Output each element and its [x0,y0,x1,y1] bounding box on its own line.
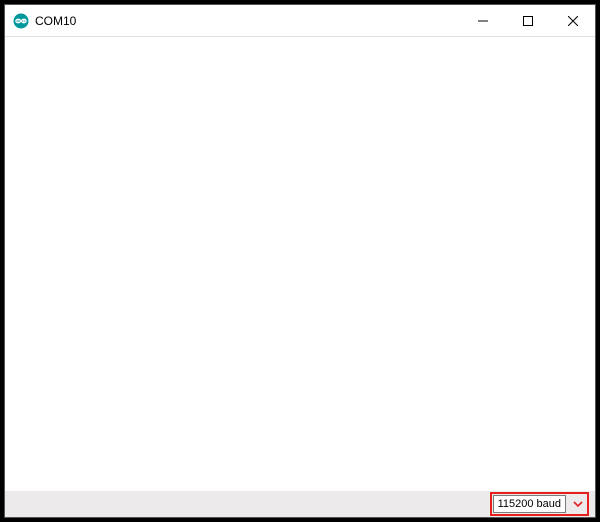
serial-output-area[interactable] [5,37,595,491]
close-button[interactable] [550,5,595,36]
baud-highlight: 115200 baud [490,492,589,516]
baud-rate-selected: 115200 baud [498,499,561,510]
chevron-down-icon[interactable] [570,495,586,513]
baud-rate-select[interactable]: 115200 baud [493,495,566,513]
arduino-icon [13,13,29,29]
statusbar: 115200 baud [5,491,595,517]
maximize-button[interactable] [505,5,550,36]
window-controls [460,5,595,36]
serial-monitor-window: COM10 115200 baud [4,4,596,518]
minimize-button[interactable] [460,5,505,36]
titlebar-left: COM10 [5,13,460,29]
window-title: COM10 [35,14,76,28]
titlebar[interactable]: COM10 [5,5,595,37]
